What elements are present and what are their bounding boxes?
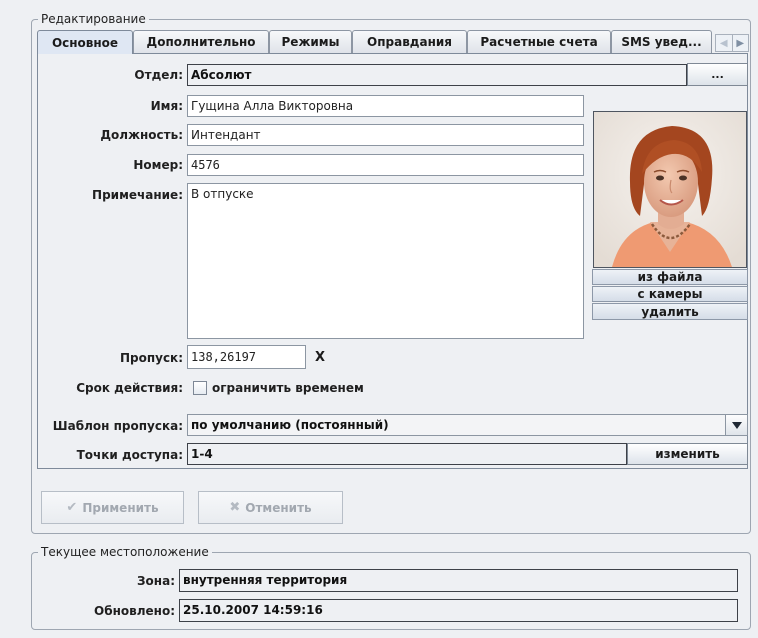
tab-sms-label: SMS увед... xyxy=(621,35,702,49)
tab-main[interactable]: Основное xyxy=(37,30,133,54)
name-label: Имя: xyxy=(150,99,183,113)
cross-icon: ✖ xyxy=(229,500,241,515)
photo-from-camera-button[interactable]: с камеры xyxy=(592,286,748,302)
tab-scroll-arrows: ◀ ▶ xyxy=(715,34,749,52)
apply-button[interactable]: ✔ Применить xyxy=(41,491,184,524)
tab-additional[interactable]: Дополнительно xyxy=(133,30,269,53)
triangle-right-icon[interactable]: ▶ xyxy=(733,35,749,51)
tab-accounts-label: Расчетные счета xyxy=(480,35,598,49)
zone-label: Зона: xyxy=(137,574,175,588)
cancel-button[interactable]: ✖ Отменить xyxy=(198,491,343,524)
validity-checkbox[interactable] xyxy=(193,381,207,395)
tab-modes-label: Режимы xyxy=(281,35,340,49)
location-group-title: Текущее местоположение xyxy=(38,545,212,559)
department-browse-button[interactable]: ... xyxy=(687,63,748,86)
note-textarea[interactable]: В отпуске xyxy=(187,183,584,339)
employee-photo xyxy=(593,111,747,268)
position-input[interactable]: Интендант xyxy=(187,124,584,146)
apply-button-label: Применить xyxy=(82,500,159,515)
pass-input[interactable]: 138,26197 xyxy=(187,345,306,369)
access-points-change-button[interactable]: изменить xyxy=(627,443,748,465)
cancel-button-label: Отменить xyxy=(245,500,312,515)
position-label: Должность: xyxy=(100,128,183,142)
access-points-field: 1-4 xyxy=(187,443,627,465)
editing-group-title: Редактирование xyxy=(38,12,149,26)
tab-sms[interactable]: SMS увед... xyxy=(611,30,712,53)
note-label: Примечание: xyxy=(92,188,183,202)
department-label: Отдел: xyxy=(134,68,183,82)
access-points-label: Точки доступа: xyxy=(76,448,183,462)
tab-excuses[interactable]: Оправдания xyxy=(352,30,467,53)
photo-from-file-button[interactable]: из файла xyxy=(592,269,748,285)
triangle-down-icon xyxy=(731,421,742,429)
updated-field: 25.10.2007 14:59:16 xyxy=(179,599,738,622)
tab-accounts[interactable]: Расчетные счета xyxy=(467,30,611,53)
check-icon: ✔ xyxy=(66,500,78,515)
tab-modes[interactable]: Режимы xyxy=(269,30,352,53)
template-label: Шаблон пропуска: xyxy=(52,419,183,433)
portrait-image xyxy=(594,112,746,267)
number-input[interactable]: 4576 xyxy=(187,154,584,176)
name-input[interactable]: Гущина Алла Викторовна xyxy=(187,95,584,117)
number-label: Номер: xyxy=(133,158,183,172)
tab-main-label: Основное xyxy=(51,35,119,50)
updated-label: Обновлено: xyxy=(94,604,175,618)
tab-excuses-label: Оправдания xyxy=(367,35,452,49)
validity-checkbox-label[interactable]: ограничить временем xyxy=(212,381,364,395)
template-select[interactable]: по умолчанию (постоянный) xyxy=(187,414,726,436)
pass-clear-button[interactable]: X xyxy=(309,347,331,367)
department-field: Абсолют xyxy=(187,64,687,86)
triangle-left-icon[interactable]: ◀ xyxy=(716,35,733,51)
photo-delete-button[interactable]: удалить xyxy=(592,303,748,320)
pass-label: Пропуск: xyxy=(119,351,183,365)
zone-field: внутренняя территория xyxy=(179,569,738,592)
template-dropdown-button[interactable] xyxy=(725,414,748,436)
tab-additional-label: Дополнительно xyxy=(146,35,256,49)
validity-label: Срок действия: xyxy=(76,381,183,395)
